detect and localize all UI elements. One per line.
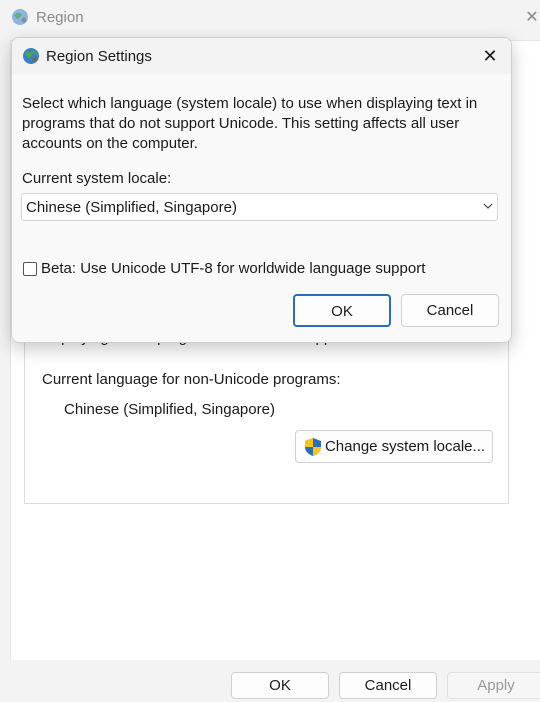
uac-shield-icon <box>304 437 321 456</box>
system-locale-dropdown[interactable]: Chinese (Simplified, Singapore) <box>21 193 498 221</box>
chevron-down-icon <box>483 203 493 209</box>
cancel-button[interactable]: Cancel <box>401 294 499 327</box>
region-title: Region <box>36 9 84 26</box>
region-ok-button[interactable]: OK <box>231 672 329 699</box>
system-locale-label: Current system locale: <box>22 170 172 187</box>
change-system-locale-label: Change system locale... <box>324 438 486 455</box>
dialog-close-icon[interactable]: ✕ <box>478 44 502 68</box>
change-system-locale-button[interactable]: Change system locale... <box>295 430 493 463</box>
globe-region-icon <box>23 48 39 64</box>
system-locale-selected: Chinese (Simplified, Singapore) <box>26 199 237 216</box>
region-apply-button[interactable]: Apply <box>447 672 540 699</box>
region-settings-dialog: Region Settings ✕ Select which language … <box>11 37 512 343</box>
region-titlebar: Region ✕ <box>0 0 540 36</box>
non-unicode-label: Current language for non-Unicode program… <box>42 371 341 388</box>
region-cancel-button[interactable]: Cancel <box>339 672 437 699</box>
dialog-title: Region Settings <box>46 48 152 65</box>
beta-utf8-checkbox[interactable] <box>23 262 37 276</box>
globe-region-icon <box>12 9 28 25</box>
region-close-icon[interactable]: ✕ <box>520 6 540 30</box>
non-unicode-value: Chinese (Simplified, Singapore) <box>64 401 275 418</box>
ok-button[interactable]: OK <box>293 294 391 327</box>
dialog-description: Select which language (system locale) to… <box>22 95 478 152</box>
dialog-titlebar: Region Settings ✕ <box>12 38 511 74</box>
beta-utf8-label[interactable]: Beta: Use Unicode UTF-8 for worldwide la… <box>41 260 425 277</box>
